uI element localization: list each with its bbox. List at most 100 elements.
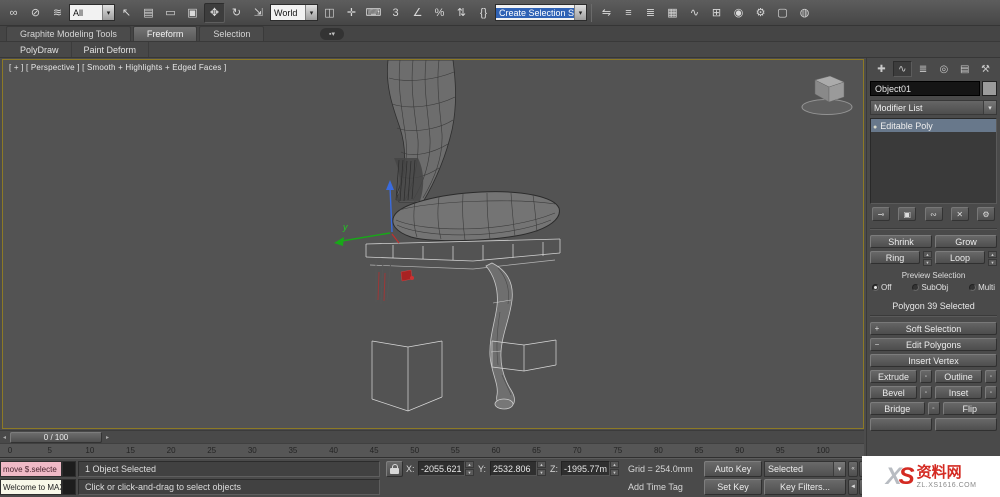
layer-manager-icon[interactable]: ≣ [640,3,661,23]
set-key-button[interactable]: Set Key [704,479,762,495]
utilities-tab-icon[interactable]: ⚒ [976,61,995,77]
render-setup-icon[interactable]: ⚙ [750,3,771,23]
y-coordinate-field[interactable]: 2532.806 [490,461,546,476]
x-coordinate-field[interactable]: -2055.621 [418,461,474,476]
rendered-frame-window-icon[interactable]: ▢ [772,3,793,23]
pin-stack-icon[interactable]: ⊸ [872,207,890,221]
hierarchy-tab-icon[interactable]: ≣ [914,61,933,77]
insert-vertex-button[interactable]: Insert Vertex [870,354,997,367]
viewport-label[interactable]: [ + ] [ Perspective ] [ Smooth + Highlig… [9,63,226,72]
clipped-button[interactable] [935,418,997,431]
object-name-field[interactable]: Object01 [870,81,980,96]
modifier-stack[interactable]: Editable Poly [870,118,997,204]
rectangular-selection-region-icon[interactable]: ▭ [160,3,181,23]
radio-option[interactable]: Multi [969,283,995,292]
schematic-view-icon[interactable]: ⊞ [706,3,727,23]
clipped-button[interactable] [870,418,932,431]
soft-selection-rollout[interactable]: + Soft Selection [870,322,997,335]
loop-spinner[interactable] [988,251,997,266]
inset-settings-button[interactable] [985,386,997,399]
select-and-manipulate-icon[interactable]: ✛ [341,3,362,23]
render-production-icon[interactable]: ◍ [794,3,815,23]
time-slider-handle[interactable]: 0 / 100 [10,431,102,443]
angle-snap-icon[interactable]: ∠ [407,3,428,23]
select-and-scale-icon[interactable]: ⇲ [248,3,269,23]
percent-snap-icon[interactable]: % [429,3,450,23]
graphite-ribbon-toggle-icon[interactable]: ▦ [662,3,683,23]
unlink-selection-icon[interactable]: ⊘ [25,3,46,23]
track-bar-ruler[interactable]: 0 5 10 15 20 25 30 35 40 45 50 55 60 65 70 75 80 85 90 95 10… [0,443,864,458]
radio-option[interactable]: SubObj [912,283,948,292]
edit-polygons-rollout[interactable]: − Edit Polygons [870,338,997,351]
next-frame-arrow-icon[interactable] [103,432,112,443]
loop-button[interactable]: Loop [935,251,985,264]
viewcube[interactable] [801,75,853,115]
bridge-button[interactable]: Bridge [870,402,925,415]
bevel-button[interactable]: Bevel [870,386,917,399]
x-spinner[interactable] [465,461,474,476]
modify-tab-icon[interactable]: ∿ [892,61,912,77]
add-time-tag[interactable]: Add Time Tag [628,479,683,495]
spinner-snap-icon[interactable]: ⇅ [451,3,472,23]
time-slider-track[interactable]: 0 / 100 [0,430,864,443]
stack-item[interactable]: Editable Poly [871,119,996,132]
named-selection-set-dropdown[interactable]: Create Selection Se [495,4,587,21]
select-and-link-icon[interactable]: ∞ [3,3,24,23]
align-icon[interactable]: ≡ [618,3,639,23]
bind-to-space-warp-icon[interactable]: ≋ [47,3,68,23]
grow-button[interactable]: Grow [935,235,997,248]
extrude-settings-button[interactable] [920,370,932,383]
chair-model[interactable] [365,60,561,412]
previous-frame-icon[interactable]: ◄ [848,479,858,495]
keyboard-shortcut-override-icon[interactable]: ⌨ [363,3,384,23]
ring-button[interactable]: Ring [870,251,920,264]
inset-button[interactable]: Inset [935,386,982,399]
motion-tab-icon[interactable]: ◎ [934,61,953,77]
configure-modifier-sets-icon[interactable]: ⚙ [977,207,995,221]
select-and-rotate-icon[interactable]: ↻ [226,3,247,23]
auto-key-button[interactable]: Auto Key [704,461,762,477]
select-by-name-icon[interactable]: ▤ [138,3,159,23]
flip-button[interactable]: Flip [942,402,997,415]
previous-frame-arrow-icon[interactable] [0,432,9,443]
ribbon-tab[interactable]: Selection [199,26,265,41]
show-end-result-icon[interactable]: ▣ [898,207,917,221]
create-tab-icon[interactable]: ✚ [872,61,891,77]
extrude-button[interactable]: Extrude [870,370,917,383]
wireframe-helper-boxes[interactable] [371,339,557,412]
shrink-button[interactable]: Shrink [870,235,932,248]
perspective-viewport[interactable]: [ + ] [ Perspective ] [ Smooth + Highlig… [2,59,864,429]
use-pivot-point-center-icon[interactable]: ◫ [319,3,340,23]
make-unique-icon[interactable]: ∾ [924,207,943,221]
ribbon-minimize-button[interactable]: ▪▾ [320,28,344,40]
viewport-canvas[interactable]: y [3,60,863,428]
modifier-list-dropdown[interactable]: Modifier List [870,100,997,115]
outline-settings-button[interactable] [985,370,997,383]
remove-modifier-icon[interactable]: ✕ [950,207,969,221]
outline-button[interactable]: Outline [935,370,982,383]
ring-spinner[interactable] [923,251,932,266]
y-spinner[interactable] [537,461,546,476]
go-to-start-icon[interactable]: « [848,461,858,477]
ribbon-panel-title[interactable]: PolyDraw [8,42,72,57]
maxscript-macro-recorder[interactable]: move $.selecte [0,461,62,477]
key-mode-dropdown[interactable]: Selected [764,461,846,477]
ribbon-tab[interactable]: Graphite Modeling Tools [6,26,131,41]
bevel-settings-button[interactable] [920,386,932,399]
z-coordinate-field[interactable]: -1995.77m [561,461,619,476]
selection-filter-dropdown[interactable]: All [69,4,115,21]
select-object-icon[interactable]: ↖ [116,3,137,23]
mirror-icon[interactable]: ⇋ [596,3,617,23]
selection-lock-icon[interactable] [386,461,403,477]
object-color-swatch[interactable] [982,81,997,96]
key-filters-button[interactable]: Key Filters... [764,479,846,495]
bridge-settings-button[interactable] [927,402,940,415]
curve-editor-icon[interactable]: ∿ [684,3,705,23]
z-spinner[interactable] [610,461,619,476]
select-and-move-icon[interactable]: ✥ [204,2,225,23]
reference-coordinate-dropdown[interactable]: World [270,4,318,21]
named-selection-sets-icon[interactable]: {} [473,3,494,23]
snaps-toggle-icon[interactable]: 3 [385,3,406,23]
window-crossing-icon[interactable]: ▣ [182,3,203,23]
maxscript-listener[interactable]: Welcome to MAX! [0,479,62,495]
